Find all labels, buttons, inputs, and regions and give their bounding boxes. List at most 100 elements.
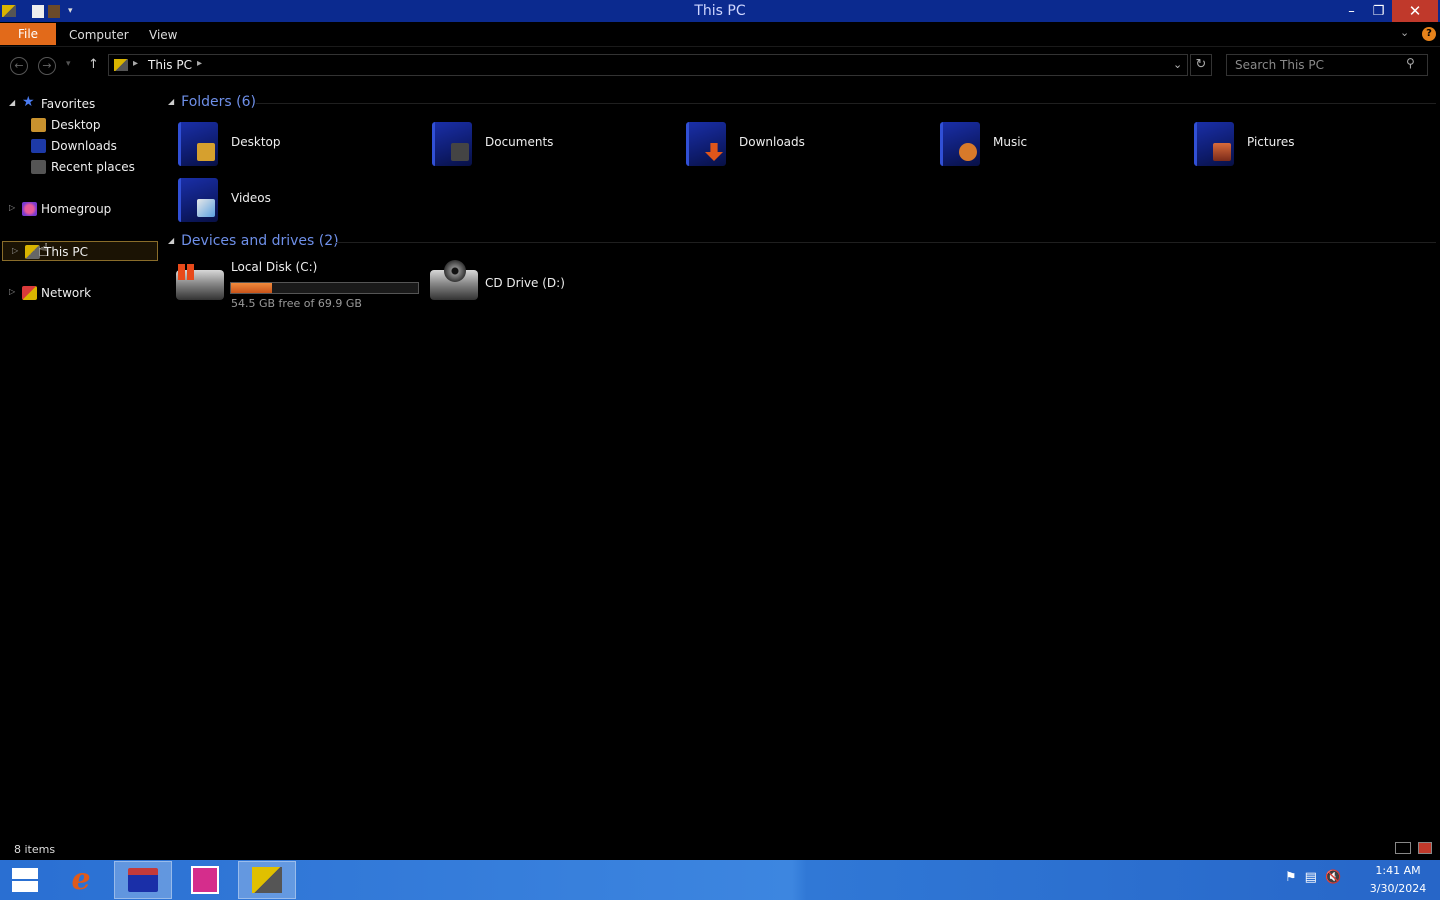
drive-local-disk-c[interactable]: Local Disk (C:) 54.5 GB free of 69.9 GB	[164, 258, 419, 310]
expand-ribbon-chevron-icon[interactable]: ⌄	[1400, 26, 1409, 39]
minimize-button[interactable]: –	[1338, 0, 1365, 22]
recent-places-icon	[31, 160, 46, 174]
store-icon	[191, 866, 219, 894]
forward-arrow-icon[interactable]: →	[38, 57, 56, 75]
tiles-view-icon[interactable]	[1418, 842, 1432, 854]
sidebar-item-homegroup[interactable]: ▷ Homegroup	[0, 199, 160, 219]
cd-disc-icon	[444, 260, 466, 282]
details-view-icon[interactable]	[1395, 842, 1411, 854]
sidebar-item-favorites[interactable]: ◢ ★ Favorites	[0, 94, 160, 114]
drive-free-space: 54.5 GB free of 69.9 GB	[231, 297, 362, 310]
tab-view[interactable]: View	[149, 25, 177, 45]
sidebar-item-network[interactable]: ▷ Network	[0, 283, 160, 303]
content-pane: ◢ Folders (6) Desktop Documents Downloads…	[164, 90, 1440, 840]
help-icon[interactable]: ?	[1422, 27, 1436, 41]
sidebar-item-recent-places[interactable]: Recent places	[0, 157, 160, 177]
folder-downloads[interactable]: Downloads	[672, 116, 922, 168]
up-arrow-icon[interactable]: ↑	[88, 57, 99, 72]
devices-group-header[interactable]: ◢ Devices and drives (2)	[168, 233, 339, 253]
cd-drive-icon	[430, 260, 478, 300]
title-bar: ▾ This PC – ❐ ✕	[0, 0, 1440, 22]
sidebar-item-label: Network	[41, 286, 92, 300]
address-bar[interactable]: ▸ This PC ▸ ⌄	[108, 54, 1188, 76]
folder-label: Desktop	[231, 135, 281, 149]
recent-locations-chevron-icon[interactable]: ▾	[66, 59, 71, 69]
drive-label: CD Drive (D:)	[485, 276, 565, 290]
folder-label: Videos	[231, 191, 271, 205]
windows-logo-icon	[12, 868, 38, 892]
folder-label: Pictures	[1247, 135, 1295, 149]
navigation-bar: ← → ▾ ↑ ▸ This PC ▸ ⌄ ↻	[0, 52, 1440, 78]
internet-explorer-icon: e	[71, 862, 91, 897]
this-pc-taskbar-button[interactable]	[238, 861, 296, 899]
file-explorer-icon	[128, 868, 158, 892]
sidebar-item-label: Downloads	[51, 139, 117, 153]
group-divider	[336, 242, 1436, 243]
back-arrow-icon[interactable]: ←	[10, 57, 28, 75]
breadcrumb-separator-icon[interactable]: ▸	[197, 58, 202, 69]
search-icon[interactable]: ⚲	[1406, 56, 1415, 70]
address-dropdown-chevron-icon[interactable]: ⌄	[1173, 58, 1182, 71]
ribbon-bar: Computer View	[0, 22, 1440, 47]
collapsed-arrow-icon[interactable]: ▷	[9, 287, 15, 296]
network-status-icon[interactable]: ▤	[1305, 870, 1317, 885]
collapsed-arrow-icon[interactable]: ▷	[9, 203, 15, 212]
sidebar-item-label: This PC	[44, 245, 88, 259]
search-input[interactable]	[1226, 54, 1428, 76]
taskbar: e ⚑ ▤ 🔇	[0, 860, 1440, 900]
network-icon	[22, 286, 37, 300]
window-title: This PC	[694, 3, 746, 19]
desktop-icon	[31, 118, 46, 132]
file-explorer-taskbar-button[interactable]	[114, 861, 172, 899]
clock-date[interactable]: 3/30/2024	[1360, 882, 1436, 895]
collapse-group-icon[interactable]: ◢	[168, 97, 174, 106]
sidebar-item-this-pc[interactable]: ▷ This PC	[2, 241, 158, 261]
folders-group-header[interactable]: ◢ Folders (6)	[168, 94, 256, 114]
tab-computer[interactable]: Computer	[69, 25, 129, 45]
folder-label: Music	[993, 135, 1028, 149]
navigation-pane: ◢ ★ Favorites Desktop Downloads Recent p…	[0, 90, 162, 840]
sidebar-item-desktop[interactable]: Desktop	[0, 115, 160, 135]
sidebar-item-label: Recent places	[51, 160, 135, 174]
folder-icon	[686, 122, 726, 166]
restore-button[interactable]: ❐	[1365, 0, 1392, 22]
folder-videos[interactable]: Videos	[164, 172, 414, 224]
drive-usage-fill	[231, 283, 273, 293]
mouse-cursor-icon: ☝	[38, 240, 49, 261]
store-taskbar-button[interactable]	[176, 861, 234, 899]
tab-file[interactable]: File	[0, 23, 56, 45]
sidebar-item-label: Favorites	[41, 97, 96, 111]
this-pc-icon	[252, 867, 282, 893]
collapsed-arrow-icon[interactable]: ▷	[12, 246, 18, 255]
folder-icon	[178, 122, 218, 166]
clock-time[interactable]: 1:41 AM	[1360, 864, 1436, 877]
collapse-group-icon[interactable]: ◢	[168, 236, 174, 245]
folder-icon	[940, 122, 980, 166]
internet-explorer-taskbar-button[interactable]: e	[52, 861, 110, 899]
folder-music[interactable]: Music	[926, 116, 1176, 168]
drive-label: Local Disk (C:)	[231, 260, 318, 274]
sidebar-item-label: Homegroup	[41, 202, 112, 216]
expanded-arrow-icon[interactable]: ◢	[9, 98, 15, 107]
breadcrumb-separator-icon[interactable]: ▸	[133, 58, 138, 69]
volume-muted-icon[interactable]: 🔇	[1325, 870, 1341, 885]
sidebar-item-downloads[interactable]: Downloads	[0, 136, 160, 156]
refresh-icon[interactable]: ↻	[1190, 54, 1212, 76]
folder-pictures[interactable]: Pictures	[1180, 116, 1430, 168]
drive-cd-d[interactable]: CD Drive (D:)	[418, 258, 668, 308]
system-tray: ⚑ ▤ 🔇	[1285, 870, 1341, 885]
close-button[interactable]: ✕	[1392, 0, 1438, 22]
breadcrumb-this-pc[interactable]: This PC	[148, 58, 192, 72]
start-button[interactable]	[0, 861, 50, 899]
folder-label: Documents	[485, 135, 554, 149]
folder-desktop[interactable]: Desktop	[164, 116, 414, 168]
group-divider	[256, 103, 1436, 104]
group-title: Folders (6)	[181, 94, 256, 110]
item-count: 8 items	[14, 843, 56, 856]
group-title: Devices and drives (2)	[181, 233, 339, 249]
folder-icon	[178, 178, 218, 222]
action-center-flag-icon[interactable]: ⚑	[1285, 870, 1297, 885]
folder-label: Downloads	[739, 135, 805, 149]
folder-documents[interactable]: Documents	[418, 116, 668, 168]
star-icon: ★	[22, 94, 35, 110]
